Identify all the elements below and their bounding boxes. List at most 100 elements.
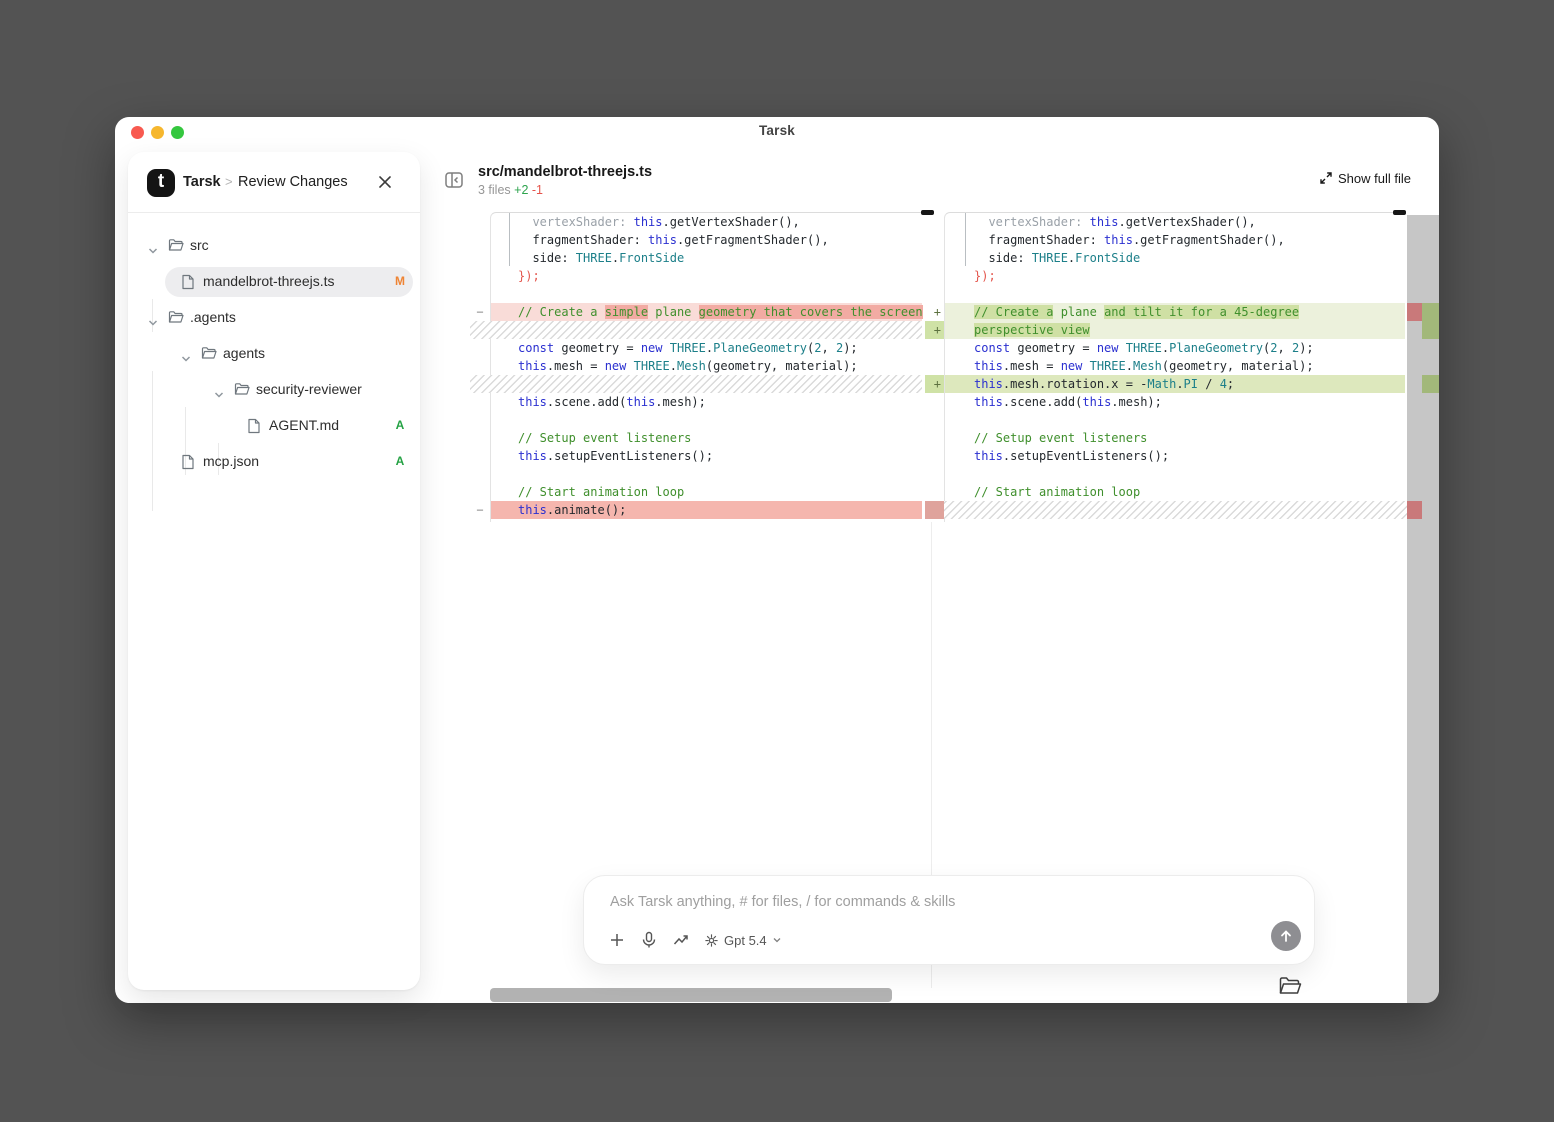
file-icon xyxy=(181,274,197,290)
show-full-file-label: Show full file xyxy=(1338,171,1411,186)
tree-item-agents[interactable]: agents xyxy=(128,336,420,372)
chevron-down-icon[interactable] xyxy=(148,242,158,250)
diff-row-new-6: // Create a plane and tilt it for a 45-d… xyxy=(945,303,1405,321)
diff-row-old-2: fragmentShader: this.getFragmentShader()… xyxy=(491,231,922,249)
diff-row-old-8: const geometry = new THREE.PlaneGeometry… xyxy=(491,339,922,357)
model-name: Gpt 5.4 xyxy=(724,933,767,948)
diff-row-old-7 xyxy=(470,321,922,339)
diff-row-old-5 xyxy=(491,285,922,303)
diff-row-new-10: this.mesh.rotation.x = -Math.PI / 4; xyxy=(945,375,1405,393)
chat-input-box[interactable]: Ask Tarsk anything, # for files, / for c… xyxy=(583,875,1315,965)
tree-item-label: mandelbrot-threejs.ts xyxy=(203,273,335,289)
diff-pane-old: vertexShader: this.getVertexShader(), fr… xyxy=(490,212,922,522)
desktop: { "window": { "title": "Tarsk" }, "sideb… xyxy=(0,0,1554,1122)
tree-item-label: AGENT.md xyxy=(269,417,339,433)
model-selector[interactable]: Gpt 5.4 xyxy=(704,933,782,948)
tree-item-mcp-json[interactable]: mcp.json A xyxy=(128,444,420,480)
folder-icon xyxy=(201,346,217,362)
tree-item-label: agents xyxy=(223,345,265,361)
tree-item-security-reviewer[interactable]: security-reviewer xyxy=(128,372,420,408)
chevron-down-icon xyxy=(772,935,782,945)
diff-row-new-16: // Start animation loop xyxy=(945,483,1405,501)
minimap-deletion-marker xyxy=(1407,303,1422,321)
brand-name: Tarsk xyxy=(183,174,221,190)
files-count: 3 files xyxy=(478,183,511,197)
tree-item-agent-md[interactable]: AGENT.md A xyxy=(128,408,420,444)
file-status-badge: M xyxy=(392,274,408,288)
chevron-down-icon[interactable] xyxy=(181,350,191,358)
diff-row-old-13: // Setup event listeners xyxy=(491,429,922,447)
indent-guide xyxy=(509,213,510,266)
trend-chart-icon[interactable] xyxy=(672,931,690,949)
arrow-up-icon xyxy=(1279,929,1293,943)
diff-file-stats: 3 files +2 -1 xyxy=(478,183,543,197)
close-icon[interactable] xyxy=(375,172,395,192)
indent-guide xyxy=(965,213,966,266)
diff-row-new-11: this.scene.add(this.mesh); xyxy=(945,393,1405,411)
diff-row-old-9: this.mesh = new THREE.Mesh(geometry, mat… xyxy=(491,357,922,375)
diff-row-old-1: vertexShader: this.getVertexShader(), xyxy=(491,213,922,231)
diff-row-new-14: this.setupEventListeners(); xyxy=(945,447,1405,465)
old-pane-scrollbar-thumb[interactable] xyxy=(921,210,934,215)
file-icon xyxy=(181,454,197,470)
diff-row-new-12 xyxy=(945,411,1405,429)
tarsk-logo: t xyxy=(147,169,175,197)
breadcrumb-separator: > xyxy=(225,174,233,189)
breadcrumb: Review Changes xyxy=(238,174,348,190)
diff-row-old-6: // Create a simple plane geometry that c… xyxy=(491,303,922,321)
folder-icon xyxy=(234,382,250,398)
sidebar-header: t Tarsk > Review Changes xyxy=(128,152,420,212)
chevron-down-icon[interactable] xyxy=(148,314,158,322)
diff-row-new-9: this.mesh = new THREE.Mesh(geometry, mat… xyxy=(945,357,1405,375)
minimap-addition-marker xyxy=(1422,303,1439,339)
diff-row-old-12 xyxy=(491,411,922,429)
open-folder-icon[interactable] xyxy=(1278,975,1302,997)
send-button[interactable] xyxy=(1271,921,1301,951)
expand-icon xyxy=(1320,172,1332,184)
removed-line-marker: − xyxy=(471,501,489,519)
attach-plus-icon[interactable] xyxy=(608,931,626,949)
tree-item-label: mcp.json xyxy=(203,453,259,469)
sidebar: t Tarsk > Review Changes src mandelbrot-t… xyxy=(128,152,420,990)
show-full-file-button[interactable]: Show full file xyxy=(1320,171,1411,186)
horizontal-scrollbar-thumb[interactable] xyxy=(490,988,892,1002)
diff-row-new-4: }); xyxy=(945,267,1405,285)
diff-row-new-17 xyxy=(932,501,1420,519)
additions-count: +2 xyxy=(514,183,528,197)
collapse-sidebar-icon[interactable] xyxy=(443,169,465,191)
chat-placeholder: Ask Tarsk anything, # for files, / for c… xyxy=(610,894,955,910)
tree-item-src[interactable]: src xyxy=(128,228,420,264)
diff-row-old-3: side: THREE.FrontSide xyxy=(491,249,922,267)
diff-row-new-1: vertexShader: this.getVertexShader(), xyxy=(945,213,1405,231)
diff-row-old-14: this.setupEventListeners(); xyxy=(491,447,922,465)
folder-icon xyxy=(168,238,184,254)
diff-row-new-7: perspective view xyxy=(945,321,1405,339)
file-icon xyxy=(247,418,263,434)
chevron-down-icon[interactable] xyxy=(214,386,224,394)
tree-item-label: .agents xyxy=(190,309,236,325)
added-line-marker: + xyxy=(922,375,944,393)
window-title: Tarsk xyxy=(115,123,1439,138)
app-window: Tarsk t Tarsk > Review Changes src mandel… xyxy=(115,117,1439,1003)
tree-item-mandelbrot-threejs-ts[interactable]: mandelbrot-threejs.ts M xyxy=(128,264,420,300)
diff-row-old-4: }); xyxy=(491,267,922,285)
diff-row-new-5 xyxy=(945,285,1405,303)
folder-icon xyxy=(168,310,184,326)
tree-item-label: src xyxy=(190,237,209,253)
added-line-marker: + xyxy=(922,321,944,339)
deletions-count: -1 xyxy=(532,183,543,197)
removed-line-tab xyxy=(925,501,944,519)
diff-row-old-15 xyxy=(491,465,922,483)
diff-row-new-13: // Setup event listeners xyxy=(945,429,1405,447)
diff-row-old-10 xyxy=(470,375,922,393)
new-pane-scrollbar-thumb[interactable] xyxy=(1393,210,1406,215)
file-status-badge: A xyxy=(392,454,408,468)
tree-item--agents[interactable]: .agents xyxy=(128,300,420,336)
added-line-marker: + xyxy=(922,303,944,321)
diff-row-new-3: side: THREE.FrontSide xyxy=(945,249,1405,267)
file-status-badge: A xyxy=(392,418,408,432)
microphone-icon[interactable] xyxy=(640,931,658,949)
diff-row-old-16: // Start animation loop xyxy=(491,483,922,501)
diff-row-old-17: this.animate(); xyxy=(491,501,922,519)
diff-pane-new: vertexShader: this.getVertexShader(), fr… xyxy=(944,212,1405,522)
